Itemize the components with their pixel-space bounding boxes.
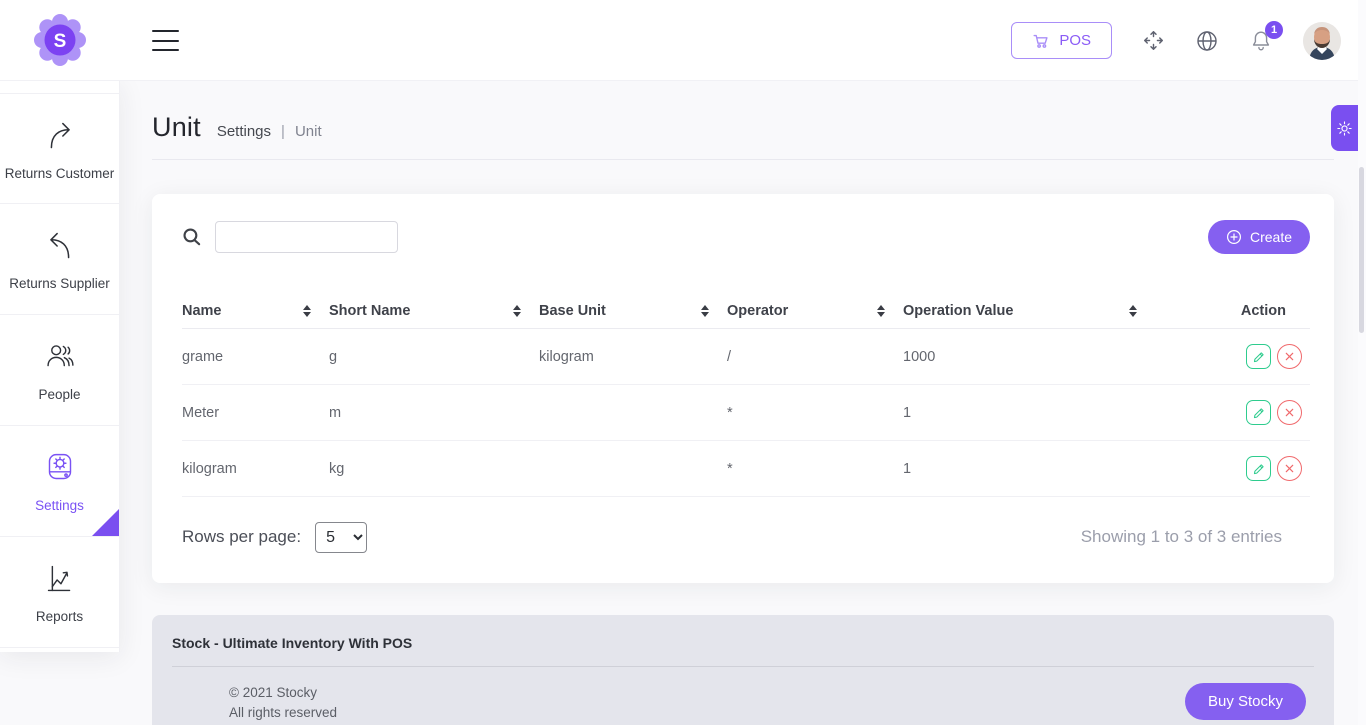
app-window: S POS <box>0 0 1366 725</box>
delete-button[interactable] <box>1277 456 1302 481</box>
delete-button[interactable] <box>1277 400 1302 425</box>
reports-chart-icon <box>39 558 81 600</box>
unit-table-card: Create Name Short Name <box>152 194 1334 583</box>
title-divider <box>152 159 1334 160</box>
column-header-short-name[interactable]: Short Name <box>329 294 539 329</box>
copyright-text: © 2021 Stocky <box>229 683 337 703</box>
table-pagination: Rows per page: 5 Showing 1 to 3 of 3 ent… <box>182 513 1310 561</box>
cell-operator: / <box>727 329 903 385</box>
cell-operator: * <box>727 385 903 441</box>
breadcrumb-unit[interactable]: Unit <box>295 123 322 140</box>
page-scrollbar[interactable] <box>1358 0 1366 725</box>
cell-base-unit <box>539 441 727 497</box>
sidebar-item-returns-customer[interactable]: Returns Customer <box>0 93 119 204</box>
sort-icon[interactable] <box>877 305 885 317</box>
cell-name: grame <box>182 329 329 385</box>
cell-operation-value: 1 <box>903 385 1155 441</box>
table-header-row: Name Short Name Base Unit Operator <box>182 294 1310 329</box>
sidebar-item-label: People <box>38 387 80 404</box>
edit-button[interactable] <box>1246 344 1271 369</box>
table-toolbar: Create <box>182 220 1310 254</box>
scrollbar-thumb[interactable] <box>1359 167 1364 333</box>
breadcrumb: Settings | Unit <box>217 123 322 140</box>
user-avatar[interactable] <box>1303 22 1341 60</box>
sidebar-item-label: Settings <box>35 498 84 515</box>
search-icon <box>182 227 202 247</box>
sort-icon[interactable] <box>1129 305 1137 317</box>
column-header-action: Action <box>1155 294 1310 329</box>
edit-button[interactable] <box>1246 400 1271 425</box>
table-row: grame g kilogram / 1000 <box>182 329 1310 385</box>
page-title: Unit <box>152 112 201 143</box>
rows-per-page-label: Rows per page: <box>182 527 301 547</box>
delete-button[interactable] <box>1277 344 1302 369</box>
page-head: Unit Settings | Unit <box>152 112 1334 143</box>
table-row: kilogram kg * 1 <box>182 441 1310 497</box>
cell-operation-value: 1 <box>903 441 1155 497</box>
column-header-base-unit[interactable]: Base Unit <box>539 294 727 329</box>
column-header-operator[interactable]: Operator <box>727 294 903 329</box>
units-table: Name Short Name Base Unit Operator <box>182 294 1310 497</box>
cell-name: Meter <box>182 385 329 441</box>
column-header-operation-value[interactable]: Operation Value <box>903 294 1155 329</box>
cell-base-unit <box>539 385 727 441</box>
settings-device-icon <box>39 447 81 489</box>
sidebar-item-people[interactable]: People <box>0 315 119 426</box>
create-button[interactable]: Create <box>1208 220 1310 254</box>
cart-icon <box>1032 32 1050 50</box>
svg-text:S: S <box>54 31 67 52</box>
app-header: S POS <box>0 0 1366 81</box>
gear-icon <box>1336 120 1353 137</box>
sidebar-item-label: Reports <box>36 609 83 626</box>
cell-short-name: g <box>329 329 539 385</box>
cell-name: kilogram <box>182 441 329 497</box>
active-corner-marker <box>92 509 119 536</box>
search-input[interactable] <box>215 221 398 253</box>
footer-title: Stock - Ultimate Inventory With POS <box>152 615 1334 666</box>
column-header-name[interactable]: Name <box>182 294 329 329</box>
sidebar-item-settings[interactable]: Settings <box>0 426 119 537</box>
menu-toggle-icon[interactable] <box>152 30 179 51</box>
plus-circle-icon <box>1226 229 1242 245</box>
sidebar-item-label: Returns Customer <box>5 166 115 183</box>
sidebar-item-reports[interactable]: Reports <box>0 537 119 648</box>
sidebar-nav: Returns Customer Returns Supplier <box>0 81 120 652</box>
undo-arrow-icon <box>39 225 81 267</box>
cell-operator: * <box>727 441 903 497</box>
fullscreen-icon[interactable] <box>1142 29 1165 52</box>
sort-icon[interactable] <box>701 305 709 317</box>
pos-button-label: POS <box>1059 32 1091 49</box>
notification-badge: 1 <box>1265 21 1283 39</box>
edit-button[interactable] <box>1246 456 1271 481</box>
buy-stocky-button[interactable]: Buy Stocky <box>1185 683 1306 720</box>
people-icon <box>39 336 81 378</box>
stocky-logo-icon[interactable]: S <box>32 12 88 68</box>
customizer-gear-button[interactable] <box>1331 105 1358 151</box>
breadcrumb-separator: | <box>281 123 285 140</box>
table-row: Meter m * 1 <box>182 385 1310 441</box>
create-button-label: Create <box>1250 229 1292 245</box>
rights-text: All rights reserved <box>229 703 337 723</box>
breadcrumb-settings[interactable]: Settings <box>217 123 271 140</box>
language-globe-icon[interactable] <box>1195 29 1219 53</box>
page-footer: Stock - Ultimate Inventory With POS © 20… <box>152 615 1334 725</box>
sort-icon[interactable] <box>303 305 311 317</box>
header-actions: POS <box>1011 0 1341 81</box>
copyright-block: © 2021 Stocky All rights reserved <box>229 683 337 724</box>
cell-short-name: kg <box>329 441 539 497</box>
pos-button[interactable]: POS <box>1011 22 1112 59</box>
sidebar-item-label: Returns Supplier <box>9 276 110 293</box>
rows-per-page-select[interactable]: 5 <box>315 522 367 553</box>
notifications-bell-icon[interactable]: 1 <box>1249 29 1273 53</box>
cell-operation-value: 1000 <box>903 329 1155 385</box>
sidebar-item-returns-supplier[interactable]: Returns Supplier <box>0 204 119 315</box>
cell-base-unit: kilogram <box>539 329 727 385</box>
cell-short-name: m <box>329 385 539 441</box>
showing-entries-text: Showing 1 to 3 of 3 entries <box>1081 527 1282 547</box>
redo-arrow-icon <box>39 115 81 157</box>
sort-icon[interactable] <box>513 305 521 317</box>
main-content: Unit Settings | Unit <box>120 81 1366 725</box>
